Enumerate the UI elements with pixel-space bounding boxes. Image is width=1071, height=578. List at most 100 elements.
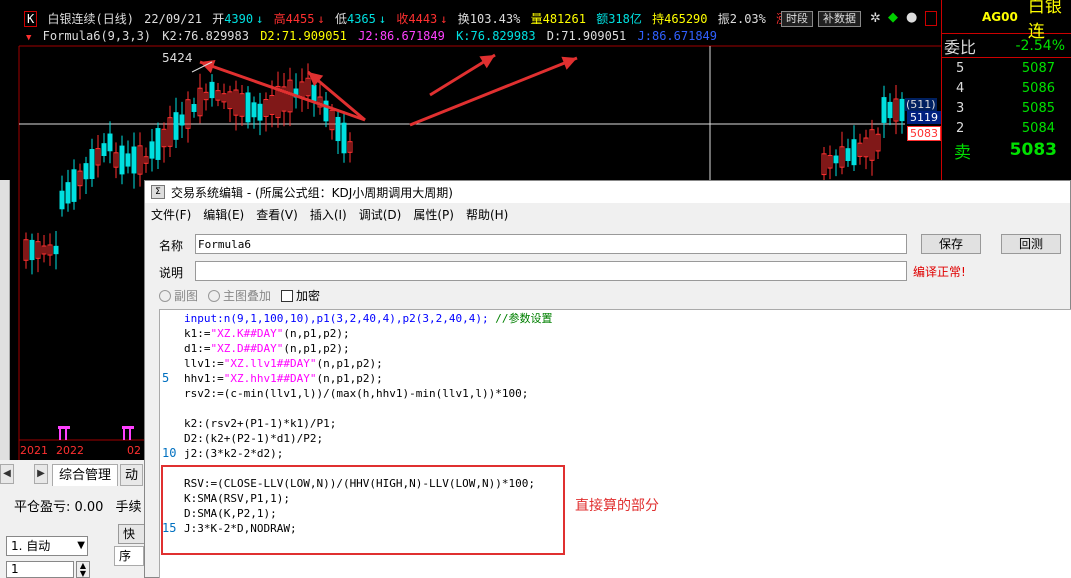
volume-value: 481261 [542,12,586,26]
order-mode-select[interactable]: 1. 自动 ▼ [6,536,88,556]
k-value: K:76.829983 [456,29,536,43]
candle-body [131,146,137,174]
open-value: 4390 [224,12,254,26]
radio-subchart[interactable]: 副图 [159,287,198,304]
backtest-button[interactable]: 回测 [1001,234,1061,254]
code-line: j2:(3*k2-2*d2); [184,447,284,460]
price-tag-crosshair: 5119 [907,111,941,124]
encrypt-checkbox[interactable]: 加密 [281,287,320,304]
ask-row[interactable]: 4 5086 [942,78,1071,98]
radio-subchart-label: 副图 [174,289,199,303]
arrow-down-icon: ↓ [440,12,448,26]
menu-help[interactable]: 帮助(H) [466,206,508,223]
data-fill-button[interactable]: 补数据 [818,11,861,27]
low-label: 低 [334,12,347,26]
quantity-input[interactable]: 1 [6,561,74,578]
line-number: 5 [162,371,170,385]
tab-general-management[interactable]: 综合管理 [52,464,119,486]
code-string: "XZ.D##DAY" [210,342,284,355]
peak-label: 5424 [162,51,193,65]
menu-property[interactable]: 属性(P) [413,206,454,223]
candle-body [71,169,77,202]
price-tag-last: 5083 [907,126,941,141]
tab-second[interactable]: 动 [120,464,144,486]
code-input: input:n(9,1,100,10),p1(3,2,40,4),p2(3,2,… [184,312,496,325]
candle-body [845,148,851,162]
period-button[interactable]: 时段 [781,11,813,27]
sell-price: 5083 [1009,140,1057,160]
openint-label: 持 [652,12,665,26]
sell-row[interactable]: 卖 5083 [942,138,1071,163]
candle-body [173,112,179,140]
save-button[interactable]: 保存 [921,234,981,254]
candle-body [833,155,839,164]
ask-row[interactable]: 2 5084 [942,118,1071,138]
candle-body [191,104,197,112]
radio-icon [208,289,221,302]
close-value: 4443 [408,12,438,26]
radio-main-overlay[interactable]: 主图叠加 [208,287,271,304]
tab-scroll-right-icon[interactable]: ▶ [34,464,48,484]
trade-panel: ◀ ▶ 综合管理 动 平仓盈亏: 0.00 手续 快 1. 自动 ▼ 序 1 ▲ ▼ [0,460,148,578]
name-field[interactable] [195,234,907,254]
tab-scroll-left-icon[interactable]: ◀ [0,464,14,484]
year-label-2021: 2021 [20,444,48,457]
ask-row[interactable]: 3 5085 [942,98,1071,118]
desc-field[interactable] [195,261,907,281]
line-number: 10 [162,446,177,460]
gear-icon[interactable]: ✲ [870,11,881,26]
checkbox-icon [281,289,294,302]
candle-body [311,84,317,102]
arrow-down-icon: ↓ [317,12,325,26]
candle-body [101,143,107,157]
window-toggle-icon[interactable] [925,11,937,26]
code-text: k1:= [184,327,211,340]
dialog-titlebar[interactable]: Σ 交易系统编辑 - (所属公式组：KDJ小周期调用大周期) [145,181,1070,203]
left-scrollbar[interactable] [0,180,10,460]
turnover-label: 换 [457,12,470,26]
menu-edit[interactable]: 编辑(E) [203,206,244,223]
diamond-icon[interactable]: ◆ [888,10,898,25]
code-box[interactable]: K [24,11,38,27]
chevron-down-icon: ▼ [77,540,85,551]
quote-name: 白银连 [1027,0,1062,42]
dot-icon[interactable]: ● [906,10,917,25]
quote-panel: AG00 白银连 委比 -2.54% 5 5087 4 5086 3 5085 2 50… [941,0,1071,180]
candle-body [59,190,65,210]
compile-status: 编译正常! [913,265,966,279]
menu-debug[interactable]: 调试(D) [359,206,402,223]
j-value: J:86.671849 [637,29,717,43]
formula-icon: ▼ [26,33,32,43]
code-line: k2:(rsv2+(P1-1)*k1)/P1; [184,417,337,430]
candle-body [119,145,125,175]
amount-value: 318亿 [608,12,642,26]
candle-body [851,139,857,166]
seq-column-header[interactable]: 序 [114,546,144,566]
code-line: hhv1:="XZ.hhv1##DAY"(n,p1,p2); [184,371,383,386]
arrow-down-icon: ↓ [256,12,264,26]
code-text: d1:= [184,342,211,355]
candle-body [107,133,113,152]
highlight-box [161,465,565,555]
ask-price: 5085 [1021,100,1055,116]
d-value: D:71.909051 [546,29,627,43]
quantity-stepper[interactable]: ▲ ▼ [76,561,90,578]
menu-view[interactable]: 查看(V) [256,206,298,223]
fee-label: 手续 [115,500,142,515]
menubar: 文件(F) 编辑(E) 查看(V) 插入(I) 调试(D) 属性(P) 帮助(H… [145,203,1070,225]
quote-header: AG00 白银连 [942,0,1071,42]
desc-label: 说明 [159,266,184,280]
code-text: llv1:= [184,357,224,370]
high-value: 4455 [285,12,315,26]
ask-row[interactable]: 5 5087 [942,58,1071,78]
candle-body [881,97,887,123]
menu-insert[interactable]: 插入(I) [310,206,347,223]
candle-body [155,128,161,160]
menu-file[interactable]: 文件(F) [151,206,191,223]
code-line: d1:="XZ.D##DAY"(n,p1,p2); [184,341,350,356]
openint-value: 465290 [664,12,708,26]
formula-editor-dialog: Σ 交易系统编辑 - (所属公式组：KDJ小周期调用大周期) 文件(F) 编辑(… [144,180,1071,578]
instrument-name: 白银连续(日线) [47,12,134,26]
app-icon: Σ [151,185,165,199]
dialog-title: 交易系统编辑 - (所属公式组：KDJ小周期调用大周期) [171,185,453,200]
